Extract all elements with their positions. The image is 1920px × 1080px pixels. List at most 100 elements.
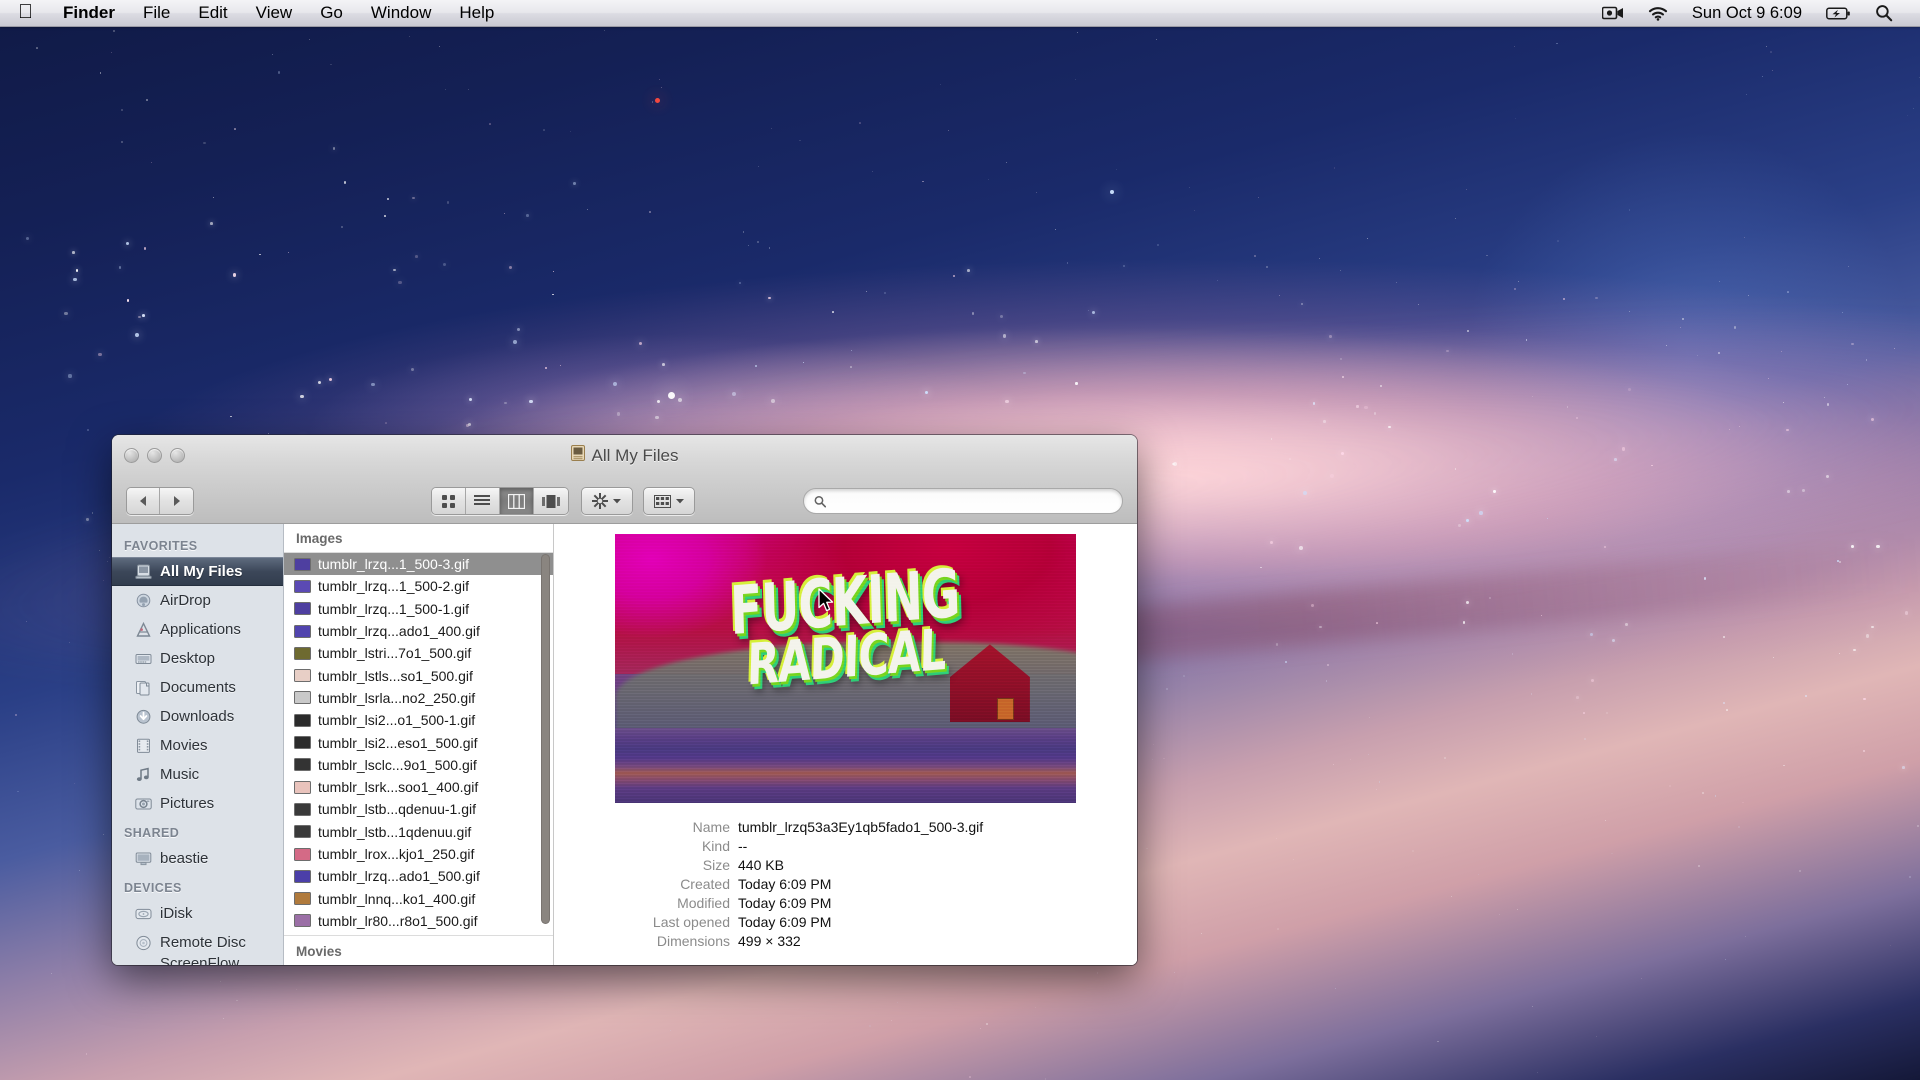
file-list-item[interactable]: tumblr_lrzq...1_500-1.gif	[284, 598, 553, 620]
gif-thumbnail-icon	[294, 847, 311, 861]
file-list-column[interactable]: Images tumblr_lrzq...1_500-3.gif tumblr_l…	[284, 524, 554, 965]
metadata-row: Dimensions 499 × 332	[610, 931, 983, 950]
sidebar-item-label: Remote Disc	[160, 934, 246, 951]
finder-window[interactable]: All My Files FAVORITES All My Files AirD…	[112, 435, 1137, 965]
window-titlebar[interactable]: All My Files	[112, 435, 1137, 479]
view-mode-group	[430, 487, 569, 515]
file-name-label: tumblr_lrzq...ado1_400.gif	[318, 623, 480, 640]
file-name-label: tumblr_lsrla...no2_250.gif	[318, 689, 476, 706]
sidebar-item-all-my-files[interactable]: All My Files	[112, 557, 283, 586]
all-my-files-icon	[570, 445, 585, 466]
sidebar-item-movies[interactable]: Movies	[112, 731, 283, 760]
file-list-item[interactable]: tumblr_lsrla...no2_250.gif	[284, 687, 553, 709]
file-list-item[interactable]: tumblr_lsrk...soo1_400.gif	[284, 776, 553, 798]
disk-image-icon	[134, 963, 152, 966]
metadata-row: Created Today 6:09 PM	[610, 874, 983, 893]
file-list-item[interactable]: tumblr_lstri...7o1_500.gif	[284, 642, 553, 664]
sidebar-item-documents[interactable]: Documents	[112, 673, 283, 702]
video-camera-icon[interactable]	[1591, 0, 1635, 26]
gif-thumbnail-icon	[294, 869, 311, 883]
sidebar[interactable]: FAVORITES All My Files AirDrop Applications…	[112, 524, 284, 965]
menu-bar-clock[interactable]: Sun Oct 9 6:09	[1681, 0, 1813, 26]
music-icon	[134, 766, 152, 784]
wifi-icon[interactable]	[1637, 0, 1679, 26]
sidebar-item-label: Downloads	[160, 708, 235, 725]
file-list-item[interactable]: tumblr_lrzq...1_500-3.gif	[284, 553, 553, 576]
file-list-item[interactable]: tumblr_lrzq...ado1_500.gif	[284, 865, 553, 887]
battery-charging-icon[interactable]	[1815, 0, 1862, 26]
shared-computer-icon	[134, 850, 152, 868]
file-name-label: tumblr_lstri...7o1_500.gif	[318, 645, 472, 662]
arrange-menu[interactable]	[642, 487, 695, 515]
metadata-value: Today 6:09 PM	[738, 894, 832, 911]
apple-menu[interactable]: 	[0, 0, 49, 26]
gif-thumbnail-icon	[294, 713, 311, 727]
menu-item-window[interactable]: Window	[357, 0, 445, 26]
gif-thumbnail-icon	[294, 780, 311, 794]
metadata-row: Name tumblr_lrzq53a3Ey1qb5fado1_500-3.gif	[610, 817, 984, 836]
coverflow-view-button[interactable]	[533, 488, 568, 514]
metadata-row: Last opened Today 6:09 PM	[610, 912, 983, 931]
file-list-item[interactable]: tumblr_lstb...1qdenuu.gif	[284, 821, 553, 843]
file-list-item[interactable]: tumblr_lnnq...ko1_400.gif	[284, 887, 553, 909]
sidebar-item-airdrop[interactable]: AirDrop	[112, 586, 283, 615]
column-view-button[interactable]	[499, 488, 534, 514]
menu-item-edit[interactable]: Edit	[184, 0, 241, 26]
file-list-item[interactable]: tumblr_lsi2...eso1_500.gif	[284, 731, 553, 753]
icon-view-button[interactable]	[431, 488, 466, 514]
list-view-button[interactable]	[465, 488, 500, 514]
file-name-label: tumblr_lsrk...soo1_400.gif	[318, 779, 479, 796]
file-list-scrollbar[interactable]	[541, 554, 550, 924]
file-name-label: tumblr_lstb...1qdenuu.gif	[318, 823, 472, 840]
sidebar-item-music[interactable]: Music	[112, 760, 283, 789]
window-toolbar	[112, 479, 1137, 524]
file-list-item[interactable]: tumblr_lrzq...ado1_400.gif	[284, 620, 553, 642]
file-list-item[interactable]: tumblr_lrzq...1_500-2.gif	[284, 575, 553, 597]
metadata-label: Modified	[677, 894, 730, 911]
sidebar-item-label: beastie	[160, 850, 209, 867]
nav-buttons-group	[126, 487, 194, 515]
chevron-down-icon	[675, 499, 684, 504]
file-list-item[interactable]: tumblr_lr80...r8o1_500.gif	[284, 910, 553, 932]
menu-item-finder[interactable]: Finder	[49, 0, 129, 26]
metadata-row: Modified Today 6:09 PM	[610, 893, 983, 912]
eject-icon[interactable]	[261, 964, 273, 965]
file-list-item[interactable]: tumblr_lrox...kjo1_250.gif	[284, 843, 553, 865]
sidebar-item-beastie[interactable]: beastie	[112, 844, 283, 873]
search-field[interactable]	[803, 488, 1123, 514]
column-view: Images tumblr_lrzq...1_500-3.gif tumblr_l…	[284, 524, 1137, 965]
forward-button[interactable]	[160, 488, 193, 514]
menu-item-file[interactable]: File	[129, 0, 184, 26]
sidebar-item-screenflow-3-0-1[interactable]: ScreenFlow 3.0.1	[112, 955, 283, 966]
menu-item-view[interactable]: View	[242, 0, 307, 26]
action-gear-menu[interactable]	[580, 487, 633, 515]
spotlight-search-icon[interactable]	[1864, 0, 1904, 26]
sidebar-item-applications[interactable]: Applications	[112, 615, 283, 644]
preview-image[interactable]: FUCKING RADICAL	[615, 534, 1076, 803]
movies-icon	[134, 737, 152, 755]
file-list-item[interactable]: tumblr_lsi2...o1_500-1.gif	[284, 709, 553, 731]
sidebar-item-downloads[interactable]: Downloads	[112, 702, 283, 731]
sidebar-section-header-favorites: FAVORITES	[124, 539, 198, 553]
metadata-value: 499 × 332	[738, 932, 801, 949]
sidebar-item-label: Music	[160, 766, 200, 783]
back-button[interactable]	[127, 488, 160, 514]
idisk-icon	[134, 905, 152, 923]
sidebar-item-label: Pictures	[160, 795, 215, 812]
sidebar-item-desktop[interactable]: Desktop	[112, 644, 283, 673]
file-list-item[interactable]: tumblr_lstb...qdenuu-1.gif	[284, 798, 553, 820]
sidebar-item-pictures[interactable]: Pictures	[112, 789, 283, 818]
menu-item-go[interactable]: Go	[306, 0, 357, 26]
metadata-table: Name tumblr_lrzq53a3Ey1qb5fado1_500-3.gif…	[610, 817, 983, 950]
file-list-item[interactable]: tumblr_lstls...so1_500.gif	[284, 664, 553, 686]
apple-logo-icon: 	[18, 2, 33, 22]
metadata-label: Size	[702, 856, 730, 873]
gif-thumbnail-icon	[294, 825, 311, 839]
file-list-item[interactable]: tumblr_lsclc...9o1_500.gif	[284, 754, 553, 776]
sidebar-item-remote-disc[interactable]: Remote Disc	[112, 928, 283, 957]
search-input[interactable]	[832, 493, 1112, 509]
sidebar-item-idisk[interactable]: iDisk	[112, 899, 283, 928]
menu-item-help[interactable]: Help	[445, 0, 508, 26]
file-name-label: tumblr_lsi2...o1_500-1.gif	[318, 712, 476, 729]
file-list[interactable]: tumblr_lrzq...1_500-3.gif tumblr_lrzq...1…	[284, 553, 553, 935]
